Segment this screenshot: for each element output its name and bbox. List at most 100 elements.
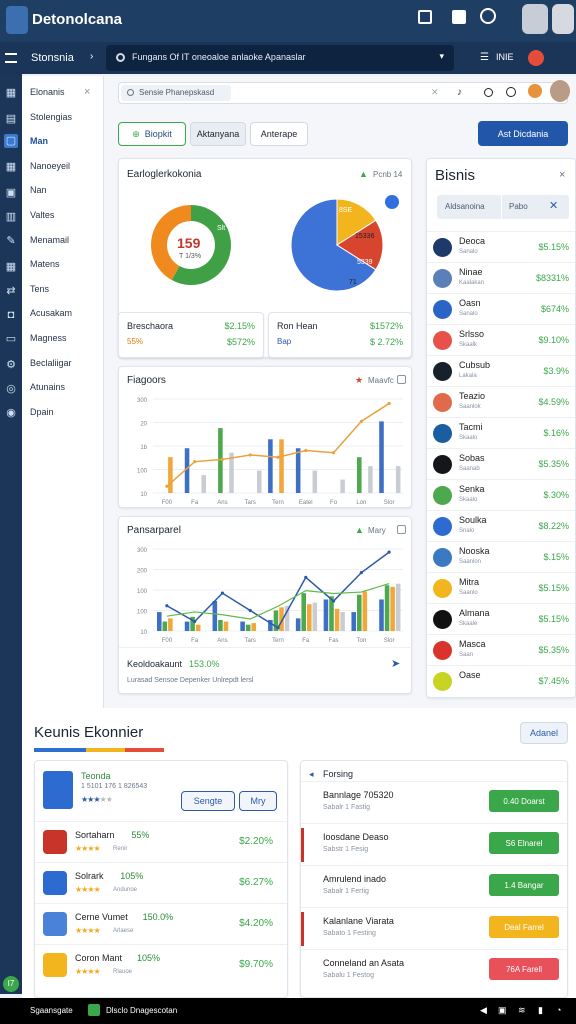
order-button[interactable]: 0.40 Doarst: [489, 790, 559, 812]
asset-row[interactable]: Tacmi Skaalo $.16%: [427, 417, 575, 448]
sidebar-item-3[interactable]: Nanoeyeil: [30, 161, 70, 171]
list-icon[interactable]: ☰: [480, 52, 489, 63]
settings-icon[interactable]: ⚙: [4, 358, 18, 372]
order-row[interactable]: Amrulend inado Sabalr 1 Fertig 1.4 Bangar: [301, 865, 567, 907]
watchlist-row[interactable]: Sortaharn 55% ★★★★ Renir $2.20%: [35, 821, 287, 862]
doc-icon[interactable]: ▢: [4, 134, 18, 148]
refresh-icon[interactable]: [480, 8, 496, 24]
refresh-icon[interactable]: [506, 87, 516, 97]
expand-icon[interactable]: [397, 525, 406, 534]
chevron-left-icon[interactable]: ◂: [309, 769, 314, 780]
search-input[interactable]: Sensie Phanepskasd: [121, 85, 231, 101]
grid-icon[interactable]: ▥: [4, 210, 18, 224]
assets-tab-1[interactable]: Aldsanoina: [445, 202, 485, 211]
asset-row[interactable]: Senka Skaalo $.30%: [427, 479, 575, 510]
app-taskbar-label[interactable]: Dlsclo Dnagescotan: [106, 1006, 177, 1015]
asset-row[interactable]: Cubsub Lakala $3.9%: [427, 355, 575, 386]
order-row[interactable]: Bannlage 705320 Sabalr 1 Fastig 0.40 Doars…: [301, 781, 567, 823]
nav-brand[interactable]: Stonsnia: [31, 52, 74, 64]
featured-button-1[interactable]: Sengte: [181, 791, 235, 811]
chart-icon[interactable]: ▤: [4, 112, 18, 126]
order-button[interactable]: Deal Farrel: [489, 916, 559, 938]
watchlist-row[interactable]: Coron Mant 105% ★★★★ Rlauoe $9.70%: [35, 944, 287, 985]
layout-icon[interactable]: ▦: [4, 260, 18, 274]
filter-tertiary-button[interactable]: Anterape: [250, 122, 308, 146]
download-icon[interactable]: [452, 10, 466, 24]
filter-secondary-button[interactable]: Aktanyana: [190, 122, 246, 146]
help-icon[interactable]: ◉: [4, 406, 18, 420]
expand-icon[interactable]: [397, 375, 406, 384]
asset-row[interactable]: Ninae Kaalakan $8331%: [427, 262, 575, 293]
asset-row[interactable]: Almana Skaale $5.15%: [427, 603, 575, 634]
filter-primary-button[interactable]: ⊕ Biopkit: [118, 122, 186, 146]
tray-icon[interactable]: ▣: [498, 1005, 507, 1016]
order-row[interactable]: Kalanlane Viarata Sabato 1 Festing Deal Fa…: [301, 907, 567, 949]
order-row[interactable]: Conneland an Asata Sabalu 1 Festog 76A Far…: [301, 949, 567, 991]
sidebar-item-0[interactable]: Elonanis: [30, 87, 65, 97]
close-icon[interactable]: ×: [84, 86, 90, 98]
alert-icon[interactable]: [528, 84, 542, 98]
asset-row[interactable]: Deoca Sanalo $5.15%: [427, 231, 575, 262]
sidebar-item-10[interactable]: Magness: [30, 333, 67, 343]
assets-tab-2[interactable]: Pabo: [509, 202, 528, 211]
home-icon[interactable]: ▦: [4, 86, 18, 100]
clock-icon[interactable]: ◔: [556, 1005, 561, 1015]
lock-icon[interactable]: ◘: [4, 308, 18, 322]
clear-icon[interactable]: ✕: [431, 87, 439, 98]
sidebar-item-9[interactable]: Acusakam: [30, 308, 72, 318]
order-button[interactable]: S6 Elnarel: [489, 832, 559, 854]
asset-row[interactable]: Teazio Saanlok $4.59%: [427, 386, 575, 417]
pen-icon[interactable]: ✎: [4, 234, 18, 248]
asset-row[interactable]: Nooska Saanlon $.15%: [427, 541, 575, 572]
primary-action-button[interactable]: Ast Dicdania: [478, 121, 568, 146]
watchlist-row[interactable]: Cerne Vumet 150.0% ★★★★ Arlaese $4.20%: [35, 903, 287, 944]
start-label[interactable]: Sgaansgate: [30, 1006, 73, 1015]
sidebar-item-8[interactable]: Tens: [30, 284, 49, 294]
asset-row[interactable]: Sobas Saanab $5.35%: [427, 448, 575, 479]
user-avatar[interactable]: [522, 4, 548, 34]
profile-avatar[interactable]: [550, 80, 570, 102]
wifi-icon[interactable]: ≋: [518, 1005, 526, 1016]
grid-icon[interactable]: [418, 10, 432, 24]
box-icon[interactable]: ▣: [4, 186, 18, 200]
breadcrumb[interactable]: Fungans Of IT oneoaloe anlaoke Apanaslar…: [106, 45, 454, 71]
battery-icon[interactable]: ▮: [538, 1005, 543, 1016]
sidebar-item-4[interactable]: Nan: [30, 185, 47, 195]
section-action-button[interactable]: Adanel: [520, 722, 568, 744]
featured-button-2[interactable]: Mry: [239, 791, 277, 811]
card-icon[interactable]: ▭: [4, 332, 18, 346]
globe-icon[interactable]: ◎: [4, 382, 18, 396]
sidebar-item-12[interactable]: Atunains: [30, 382, 65, 392]
asset-row[interactable]: Soulka Snalo $8.22%: [427, 510, 575, 541]
close-icon[interactable]: ×: [559, 169, 565, 181]
sidebar-item-5[interactable]: Valtes: [30, 210, 54, 220]
order-button[interactable]: 76A Farell: [489, 958, 559, 980]
send-icon[interactable]: ➤: [391, 657, 400, 670]
close-icon[interactable]: ✕: [549, 199, 558, 212]
asset-row[interactable]: Mitra Saanlo $5.15%: [427, 572, 575, 603]
volume-icon[interactable]: ◀: [480, 1005, 487, 1016]
sidebar-item-11[interactable]: Beclaliigar: [30, 358, 72, 368]
watchlist-row[interactable]: Solrark 105% ★★★★ Andunoe $6.27%: [35, 862, 287, 903]
order-button[interactable]: 1.4 Bangar: [489, 874, 559, 896]
sidebar-item-7[interactable]: Matens: [30, 259, 60, 269]
menu-icon[interactable]: [5, 53, 17, 63]
app-taskbar-icon[interactable]: [88, 1004, 100, 1016]
user-avatar-secondary[interactable]: [552, 4, 574, 34]
bell-icon[interactable]: ♪: [457, 87, 462, 98]
asset-row[interactable]: Oase $7.45%: [427, 665, 575, 696]
sidebar-item-1[interactable]: Stolengias: [30, 112, 72, 122]
sidebar-item-6[interactable]: Menamail: [30, 235, 69, 245]
table-icon[interactable]: ▦: [4, 160, 18, 174]
asset-row[interactable]: Oasn Sanalo $674%: [427, 293, 575, 324]
notification-icon[interactable]: [528, 50, 544, 66]
asset-row[interactable]: Srlsso Skaalk $9.10%: [427, 324, 575, 355]
sidebar-item-13[interactable]: Dpain: [30, 407, 54, 417]
shuffle-icon[interactable]: ⇄: [4, 284, 18, 298]
asset-row[interactable]: Masca Saan $5.35%: [427, 634, 575, 665]
search-icon[interactable]: [484, 88, 493, 97]
order-row[interactable]: Ioosdane Deaso Sabstr 1 Fesig S6 Elnarel: [301, 823, 567, 865]
chevron-down-icon[interactable]: ▾: [439, 51, 444, 62]
sidebar-item-2[interactable]: Man: [30, 136, 48, 146]
chart2-plot: 300 200 100 100 10 F00 Fa Ans Tars Tern Fa Fas Ton Sl…: [137, 548, 403, 644]
